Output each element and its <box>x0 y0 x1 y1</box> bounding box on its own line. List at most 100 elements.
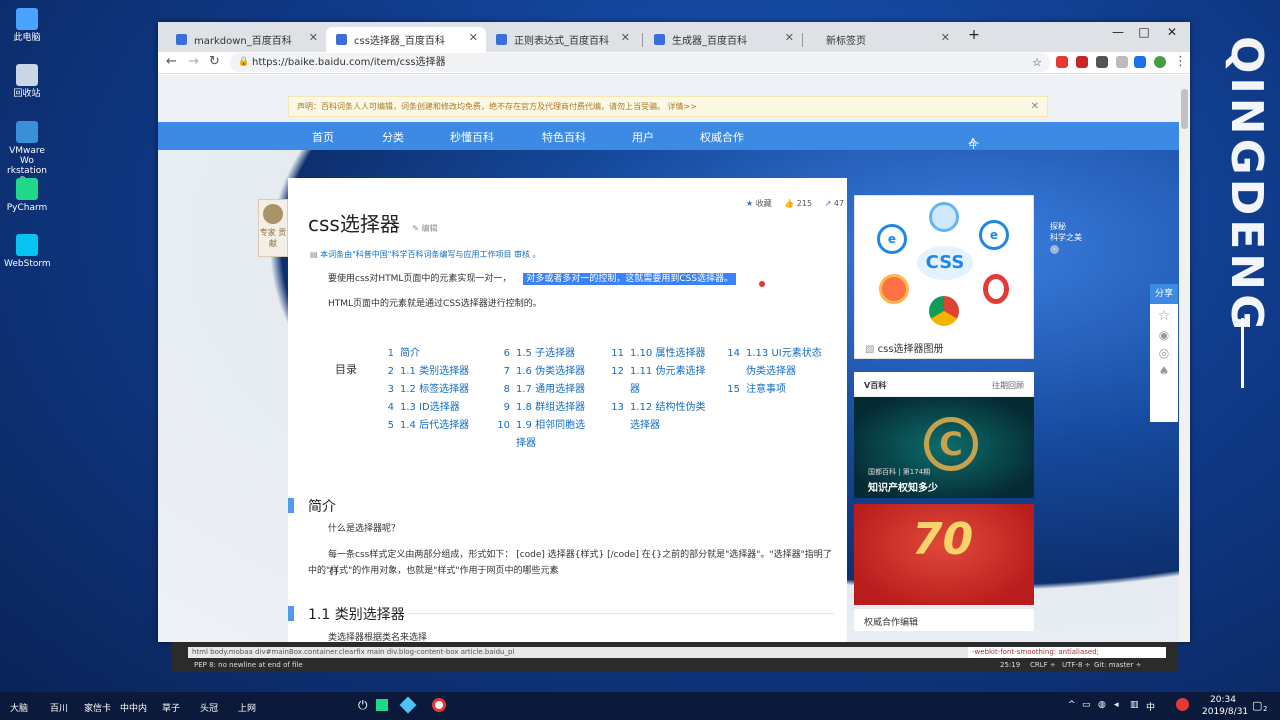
toc-item[interactable]: 1 简介 <box>380 345 420 363</box>
vertical-scrollbar[interactable] <box>1179 75 1190 642</box>
taskbar-item[interactable]: 草子 <box>162 701 180 714</box>
wechat-icon[interactable]: ◎ <box>1150 346 1178 360</box>
speaker-icon[interactable]: ◂ <box>1114 700 1119 710</box>
like-button[interactable]: 👍 215 <box>784 199 812 208</box>
sogou-icon[interactable] <box>1176 698 1189 711</box>
notification-icon[interactable]: ▢ <box>1252 699 1262 712</box>
expert-badge[interactable]: 专家 贡献 <box>258 199 288 257</box>
nav-item-authority[interactable]: 权威合作 <box>700 129 744 145</box>
tab-markdown[interactable]: markdown_百度百科 ✕ <box>166 27 326 52</box>
taskbar-item[interactable]: 家信卡 <box>84 701 111 714</box>
record-icon[interactable] <box>432 698 446 712</box>
tab-css-selector[interactable]: css选择器_百度百科 ✕ <box>326 27 486 52</box>
desktop-icon-this-pc[interactable]: 此电脑 <box>4 8 50 43</box>
promo-card[interactable]: 70 <box>854 504 1034 605</box>
weibo-icon[interactable]: ◉ <box>1150 328 1178 342</box>
url-input[interactable]: 🔒 https://baike.baidu.com/item/css选择器 ☆ <box>230 53 1050 72</box>
security-icon[interactable]: ◍ <box>1098 700 1106 710</box>
desktop-icon-pycharm[interactable]: PyCharm <box>4 178 50 213</box>
side-promo[interactable]: 探秘 科学之美 › <box>1050 221 1110 254</box>
video-card[interactable]: C 国都百科 | 第174期 知识产权知多少 <box>854 397 1034 498</box>
album-card[interactable]: e e CSS ▧ css选择器图册 <box>854 195 1034 359</box>
close-icon[interactable]: ✕ <box>785 31 794 44</box>
toc-item[interactable]: 选择器 <box>610 417 660 435</box>
extension-icon[interactable] <box>1056 56 1068 68</box>
clock-time[interactable]: 20:34 <box>1210 695 1236 705</box>
toc-item[interactable]: 15 注意事项 <box>726 381 786 399</box>
toc-item[interactable]: 5 1.4 后代选择器 <box>380 417 469 435</box>
taskbar-item[interactable]: 上网 <box>238 701 256 714</box>
forward-icon[interactable]: → <box>188 54 199 69</box>
toc-item[interactable]: 7 1.6 伪类选择器 <box>496 363 585 381</box>
ime-icon[interactable]: 中 <box>1146 700 1155 713</box>
edit-link[interactable]: ✎ 编辑 <box>412 224 437 233</box>
toc-item[interactable]: 13 1.12 结构性伪类 <box>610 399 705 417</box>
share-count-button[interactable]: ↗ 47 <box>825 199 844 208</box>
new-tab-button[interactable]: + <box>964 27 984 43</box>
vbaike-more-link[interactable]: 往期回顾 <box>992 380 1024 391</box>
ide-line-endings[interactable]: CRLF ÷ <box>1030 661 1056 669</box>
network-icon[interactable]: ▥ <box>1130 700 1139 710</box>
extension-icon[interactable] <box>1116 56 1128 68</box>
power-icon[interactable]: ⏻ <box>358 698 368 713</box>
close-icon[interactable]: ✕ <box>469 31 478 44</box>
tab-regex[interactable]: 正则表达式_百度百科 ✕ <box>486 27 638 52</box>
toc-item[interactable]: 3 1.2 标签选择器 <box>380 381 469 399</box>
taskbar-item[interactable]: 百川 <box>50 701 68 714</box>
back-icon[interactable]: ← <box>166 54 177 69</box>
toc-item[interactable]: 9 1.8 群组选择器 <box>496 399 585 417</box>
app-taskbar-icon[interactable] <box>399 696 417 714</box>
close-icon[interactable]: ✕ <box>941 31 950 44</box>
opera-icon <box>983 274 1009 304</box>
toc-item[interactable]: 4 1.3 ID选择器 <box>380 399 460 417</box>
extension-icon[interactable] <box>1134 56 1146 68</box>
toc-item[interactable]: 器 <box>610 381 640 399</box>
qq-icon[interactable]: ♠ <box>1150 364 1178 378</box>
toc-item[interactable]: 6 1.5 子选择器 <box>496 345 575 363</box>
desktop-icon-webstorm[interactable]: WebStorm <box>4 234 51 269</box>
toc-item[interactable]: 2 1.1 类别选择器 <box>380 363 469 381</box>
extension-icon[interactable] <box>1076 56 1088 68</box>
reload-icon[interactable]: ↻ <box>209 54 220 69</box>
toc-item[interactable]: 10 1.9 相邻同胞选 <box>496 417 585 435</box>
profile-avatar[interactable] <box>1154 56 1166 68</box>
scrollbar-thumb[interactable] <box>1181 89 1188 129</box>
favorite-star-icon[interactable]: ☆ <box>1150 308 1178 324</box>
desktop-icon-vmware[interactable]: VMware Wo rkstation Pro <box>4 121 50 186</box>
network-icon[interactable]: ▭ <box>1082 700 1091 710</box>
toc-item[interactable]: 择器 <box>496 435 536 453</box>
share-label[interactable]: 分享 <box>1150 284 1178 304</box>
taskbar-item[interactable]: 头冠 <box>200 701 218 714</box>
collect-button[interactable]: ★ 收藏 <box>746 199 772 208</box>
taskbar-item[interactable]: 大脑 <box>10 701 28 714</box>
tab-generator[interactable]: 生成器_百度百科 ✕ <box>644 27 802 52</box>
pycharm-taskbar-icon[interactable] <box>376 699 388 711</box>
close-window-button[interactable]: ✕ <box>1162 25 1182 39</box>
menu-kebab-icon[interactable]: ⋮ <box>1174 54 1187 69</box>
desktop-icon-recycle-bin[interactable]: 回收站 <box>4 64 50 99</box>
toc-item[interactable]: 8 1.7 通用选择器 <box>496 381 585 399</box>
minimize-button[interactable]: — <box>1108 25 1128 39</box>
toc-item[interactable]: 11 1.10 属性选择器 <box>610 345 705 363</box>
close-icon[interactable]: ✕ <box>621 31 630 44</box>
nav-item-featured[interactable]: 特色百科 <box>542 129 586 145</box>
tab-new-tab[interactable]: 新标签页 ✕ <box>798 27 958 52</box>
star-icon[interactable]: ☆ <box>1032 53 1042 72</box>
nav-item-category[interactable]: 分类 <box>382 129 404 145</box>
ide-encoding[interactable]: UTF-8 ÷ <box>1062 661 1091 669</box>
toc-item[interactable]: 14 1.13 UI元素状态 <box>726 345 821 363</box>
toc-item[interactable]: 12 1.11 伪元素选择 <box>610 363 705 381</box>
nav-item-home[interactable]: 首页 <box>312 129 334 145</box>
nav-item-user[interactable]: 用户 <box>632 129 654 145</box>
nav-item-miaodong[interactable]: 秒懂百科 <box>450 129 494 145</box>
clock-date[interactable]: 2019/8/31 <box>1202 707 1248 717</box>
extension-icon[interactable] <box>1096 56 1108 68</box>
close-icon[interactable]: ✕ <box>309 31 318 44</box>
page-title: css选择器 ✎ 编辑 <box>308 212 438 236</box>
toc-item[interactable]: 伪类选择器 <box>726 363 796 381</box>
close-icon[interactable]: ✕ <box>1031 97 1039 116</box>
ide-git-branch[interactable]: Git: master ÷ <box>1094 661 1141 669</box>
maximize-button[interactable]: □ <box>1134 25 1154 39</box>
tray-arrow-icon[interactable]: ^ <box>1068 700 1076 710</box>
taskbar-item[interactable]: 中中内 <box>120 701 147 714</box>
